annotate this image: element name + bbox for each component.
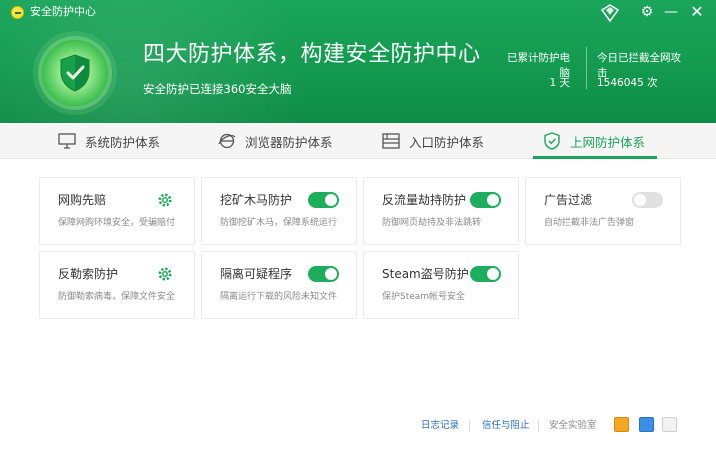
mining-trojan-toggle[interactable]: [308, 192, 339, 208]
shield-icon: [60, 54, 90, 92]
entrance-icon: [382, 133, 400, 149]
tab-browser-protection[interactable]: 浏览器防护体系: [218, 123, 333, 159]
tab-bar: 系统防护体系 浏览器防护体系 入口防护体系 上网防护体系: [0, 123, 716, 159]
card-title: 隔离可疑程序: [220, 267, 293, 281]
window-title: 安全防护中心: [30, 5, 96, 18]
card-title: 广告过滤: [544, 193, 593, 207]
connection-status: 安全防护已连接360安全大脑: [143, 82, 292, 96]
stat-blocked-value: 1546045 次: [597, 77, 658, 89]
active-tab-indicator: [533, 156, 657, 159]
header-banner: 安全防护中心 ⚙ — ✕ 四大防护体系，构建安全防护中心 安全防护已连接360安…: [0, 0, 716, 123]
footer-separator: [469, 421, 470, 432]
card-title: 挖矿木马防护: [220, 193, 293, 207]
card-mining-trojan-protection: 挖矿木马防护 防御挖矿木马，保障系统运行: [201, 177, 357, 245]
card-title: 反勒索防护: [58, 267, 119, 281]
card-description: 自动拦截非法广告弹窗: [544, 218, 635, 228]
security-lab-link[interactable]: 安全实验室: [549, 420, 597, 432]
headline: 四大防护体系，构建安全防护中心: [143, 42, 481, 67]
app-logo-icon: [11, 6, 24, 19]
traffic-hijack-toggle[interactable]: [470, 192, 501, 208]
steam-theft-toggle[interactable]: [470, 266, 501, 282]
title-bar: 安全防护中心 ⚙ — ✕: [0, 0, 716, 24]
log-records-link[interactable]: 日志记录: [421, 420, 459, 432]
settings-gear-icon[interactable]: [157, 192, 173, 208]
card-title: Steam盗号防护: [382, 267, 469, 281]
card-description: 隔离运行下载的风险未知文件: [220, 292, 338, 302]
footer-separator: [538, 421, 539, 432]
close-button[interactable]: ✕: [687, 2, 707, 22]
ad-filter-toggle[interactable]: [632, 192, 663, 208]
tool-app-icon-1[interactable]: [614, 417, 629, 432]
card-online-shopping-compensation[interactable]: 网购先赔 保障网购环境安全，受骗赔付: [39, 177, 195, 245]
tab-internet-protection[interactable]: 上网防护体系: [543, 123, 645, 159]
card-traffic-hijack-protection: 反流量劫持防护 防御网页劫持及非法跳转: [363, 177, 519, 245]
minimize-button[interactable]: —: [661, 2, 681, 22]
card-description: 防御挖矿木马，保障系统运行: [220, 218, 338, 228]
tab-entrance-protection[interactable]: 入口防护体系: [382, 123, 484, 159]
browser-icon: [218, 133, 236, 149]
card-description: 保护Steam帐号安全: [382, 292, 466, 302]
card-description: 防御网页劫持及非法跳转: [382, 218, 482, 228]
card-ransomware-protection[interactable]: 反勒索防护 防御勒索病毒，保障文件安全: [39, 251, 195, 319]
gear-icon[interactable]: ⚙: [637, 2, 657, 22]
monitor-icon: [58, 133, 76, 149]
shield-logo: [42, 40, 108, 106]
tab-label: 上网防护体系: [570, 134, 646, 150]
card-title: 反流量劫持防护: [382, 193, 467, 207]
shield-check-icon: [544, 132, 560, 150]
card-description: 防御勒索病毒，保障文件安全: [58, 292, 176, 302]
tool-app-icon-3[interactable]: [662, 417, 677, 432]
trust-and-block-link[interactable]: 信任与阻止: [482, 420, 530, 432]
card-steam-theft-protection: Steam盗号防护 保护Steam帐号安全: [363, 251, 519, 319]
tab-label: 系统防护体系: [85, 134, 161, 150]
tab-system-protection[interactable]: 系统防护体系: [58, 123, 160, 159]
card-isolate-suspicious-programs: 隔离可疑程序 隔离运行下载的风险未知文件: [201, 251, 357, 319]
stat-divider: [586, 47, 587, 89]
tab-label: 浏览器防护体系: [245, 134, 333, 150]
stat-protected-days-value: 1 天: [549, 77, 570, 89]
tool-app-icon-2[interactable]: [639, 417, 654, 432]
settings-gear-icon[interactable]: [157, 266, 173, 282]
tab-label: 入口防护体系: [409, 134, 485, 150]
card-description: 保障网购环境安全，受骗赔付: [58, 218, 176, 228]
isolate-programs-toggle[interactable]: [308, 266, 339, 282]
card-ad-filter: 广告过滤 自动拦截非法广告弹窗: [525, 177, 681, 245]
badge-icon[interactable]: [598, 2, 622, 23]
card-title: 网购先赔: [58, 193, 107, 207]
